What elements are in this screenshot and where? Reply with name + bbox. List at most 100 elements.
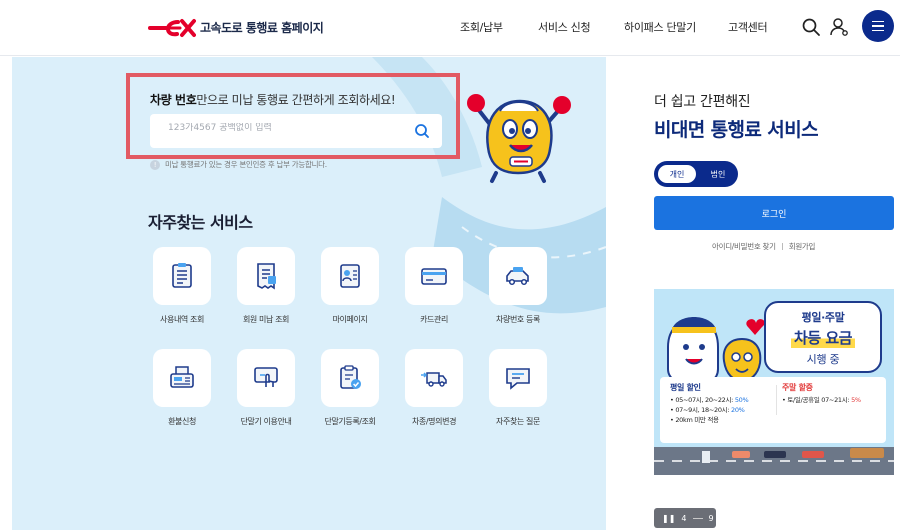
weekend-rate-1: • 토/일/공휴일 07~21시: 5% bbox=[782, 396, 861, 404]
service-tile bbox=[153, 247, 211, 305]
service-device-register[interactable]: 단말기등록/조회 bbox=[310, 349, 390, 427]
weekend-surcharge: 주말 할증 • 토/일/공휴일 07~21시: 5% bbox=[782, 383, 861, 405]
service-member-unpaid[interactable]: 회원 미납 조회 bbox=[226, 247, 306, 325]
ex-logo-icon bbox=[148, 19, 196, 37]
weekday-1-pct: 50% bbox=[734, 396, 749, 404]
login-button[interactable]: 로그인 bbox=[654, 196, 894, 230]
service-label: 자주찾는 질문 bbox=[496, 417, 540, 426]
service-vehicle-register[interactable]: 차량번호 등록 bbox=[478, 247, 558, 325]
weekday-head: 평일 할인 bbox=[670, 383, 701, 392]
fax-printer-icon bbox=[170, 366, 194, 388]
service-tile bbox=[405, 349, 463, 407]
service-vehicle-change[interactable]: 차종/명의변경 bbox=[394, 349, 474, 427]
weekend-1-time: 토/일/공휴일 07~21시: bbox=[787, 396, 852, 404]
service-label: 회원 미납 조회 bbox=[242, 315, 290, 324]
banner-line2: 차등 요금 bbox=[791, 327, 855, 348]
weekday-discount: 평일 할인 • 05~07시, 20~22시: 50% • 07~9시, 18~… bbox=[670, 383, 749, 425]
search-icon[interactable] bbox=[801, 17, 821, 37]
contactless-title: 비대면 통행료 서비스 bbox=[654, 119, 819, 141]
mascot-pair-icon bbox=[667, 317, 765, 387]
touch-screen-icon bbox=[254, 367, 278, 387]
title-rest: 만으로 미납 통행료 간편하게 조회하세요! bbox=[196, 93, 396, 107]
nav-hipass-device[interactable]: 하이패스 단말기 bbox=[624, 19, 696, 35]
chat-question-icon bbox=[506, 368, 530, 390]
pager-total: 9 bbox=[708, 513, 714, 523]
service-device-guide[interactable]: 단말기 이용안내 bbox=[226, 349, 306, 427]
vehicle-lookup-title: 차량 번호만으로 미납 통행료 간편하게 조회하세요! bbox=[150, 91, 396, 108]
service-label: 단말기등록/조회 bbox=[324, 417, 376, 426]
menu-line bbox=[872, 29, 884, 32]
main-content: 차량 번호만으로 미납 통행료 간편하게 조회하세요! ! 미납 통행료가 있는… bbox=[12, 57, 606, 530]
user-icon[interactable] bbox=[829, 17, 849, 37]
rate-divider bbox=[776, 385, 777, 415]
car-icon bbox=[506, 267, 529, 286]
weekday-2-pct: 20% bbox=[731, 406, 745, 414]
service-tile bbox=[237, 349, 295, 407]
service-tile bbox=[321, 247, 379, 305]
toggle-personal[interactable]: 개인 bbox=[657, 164, 697, 184]
service-label: 카드관리 bbox=[420, 315, 448, 324]
menu-line bbox=[872, 20, 884, 23]
notice-text: 미납 통행료가 있는 경우 본인인증 후 납부 가능합니다. bbox=[165, 160, 327, 169]
nav-customer-center[interactable]: 고객센터 bbox=[728, 19, 768, 35]
nav-service-request[interactable]: 서비스 신청 bbox=[538, 19, 591, 35]
service-usage-history[interactable]: 사용내역 조회 bbox=[142, 247, 222, 325]
weekend-1-pct: 5% bbox=[851, 396, 861, 404]
service-label: 마이페이지 bbox=[332, 315, 368, 324]
join-link[interactable]: 회원가입 bbox=[789, 241, 816, 252]
service-tile bbox=[489, 349, 547, 407]
service-faq[interactable]: 자주찾는 질문 bbox=[478, 349, 558, 427]
service-label: 단말기 이용안내 bbox=[240, 417, 292, 426]
credit-card-icon bbox=[421, 268, 447, 285]
weekend-head: 주말 할증 bbox=[782, 383, 813, 392]
banner-line3: 시행 중 bbox=[806, 353, 840, 366]
service-tile bbox=[405, 247, 463, 305]
menu-line bbox=[872, 25, 884, 27]
info-icon: ! bbox=[150, 159, 160, 170]
account-links: 아이디/비밀번호 찾기 회원가입 bbox=[712, 241, 815, 252]
weekday-1-time: 05~07시, 20~22시: bbox=[675, 396, 735, 404]
toggle-corporate[interactable]: 법인 bbox=[700, 164, 736, 184]
vehicle-number-field bbox=[150, 114, 442, 148]
contactless-subtitle: 더 쉽고 간편해진 bbox=[654, 94, 751, 110]
weekday-3-text: 20km 미만 적용 bbox=[675, 416, 719, 424]
unpaid-notice: ! 미납 통행료가 있는 경우 본인인증 후 납부 가능합니다. bbox=[150, 159, 327, 170]
service-label: 사용내역 조회 bbox=[160, 315, 204, 324]
service-refund[interactable]: 환불신청 bbox=[142, 349, 222, 427]
weekday-2-time: 07~9시, 18~20시: bbox=[675, 406, 732, 414]
site-logo[interactable]: 고속도로 통행료 홈페이지 bbox=[148, 14, 324, 40]
truck-change-icon bbox=[421, 372, 447, 387]
service-label: 차량번호 등록 bbox=[496, 315, 540, 324]
banner-rate-card: 평일 할인 • 05~07시, 20~22시: 50% • 07~9시, 18~… bbox=[660, 377, 886, 443]
clipboard-check-icon bbox=[340, 365, 361, 389]
weekday-rate-2: • 07~9시, 18~20시: 20% bbox=[670, 406, 745, 414]
title-bold: 차량 번호 bbox=[150, 93, 197, 107]
link-separator bbox=[781, 243, 783, 250]
search-icon[interactable] bbox=[414, 123, 430, 139]
toll-rate-banner[interactable]: 평일·주말 차등 요금 시행 중 평일 할인 • 05~07시, 20~22시:… bbox=[654, 289, 894, 475]
vehicle-lookup-box: 차량 번호만으로 미납 통행료 간편하게 조회하세요! bbox=[126, 73, 460, 159]
banner-road-illustration bbox=[654, 447, 894, 475]
vehicle-number-input[interactable] bbox=[168, 123, 408, 133]
nav-inquiry-payment[interactable]: 조회/납부 bbox=[460, 19, 503, 35]
service-tile bbox=[153, 349, 211, 407]
mascot-car-icon bbox=[467, 94, 571, 183]
banner-pager[interactable]: ❚❚ 4 9 bbox=[654, 508, 716, 528]
weekday-rate-3: • 20km 미만 적용 bbox=[670, 416, 719, 424]
service-label: 환불신청 bbox=[168, 417, 196, 426]
right-panel: 더 쉽고 간편해진 비대면 통행료 서비스 개인 법인 로그인 아이디/비밀번호… bbox=[606, 57, 900, 530]
member-type-toggle: 개인 법인 bbox=[654, 161, 738, 187]
service-label: 차종/명의변경 bbox=[411, 417, 457, 426]
hamburger-menu-button[interactable] bbox=[862, 10, 894, 42]
service-tile bbox=[489, 247, 547, 305]
document-list-icon bbox=[172, 263, 192, 288]
pause-icon[interactable]: ❚❚ bbox=[662, 514, 675, 523]
site-header: 고속도로 통행료 홈페이지 조회/납부 서비스 신청 하이패스 단말기 고객센터 bbox=[0, 0, 900, 56]
find-id-password-link[interactable]: 아이디/비밀번호 찾기 bbox=[712, 241, 776, 252]
id-card-icon bbox=[340, 264, 360, 288]
service-mypage[interactable]: 마이페이지 bbox=[310, 247, 390, 325]
favorites-title: 자주찾는 서비스 bbox=[148, 213, 253, 232]
service-card-management[interactable]: 카드관리 bbox=[394, 247, 474, 325]
weekday-rate-1: • 05~07시, 20~22시: 50% bbox=[670, 396, 749, 404]
service-tile bbox=[237, 247, 295, 305]
